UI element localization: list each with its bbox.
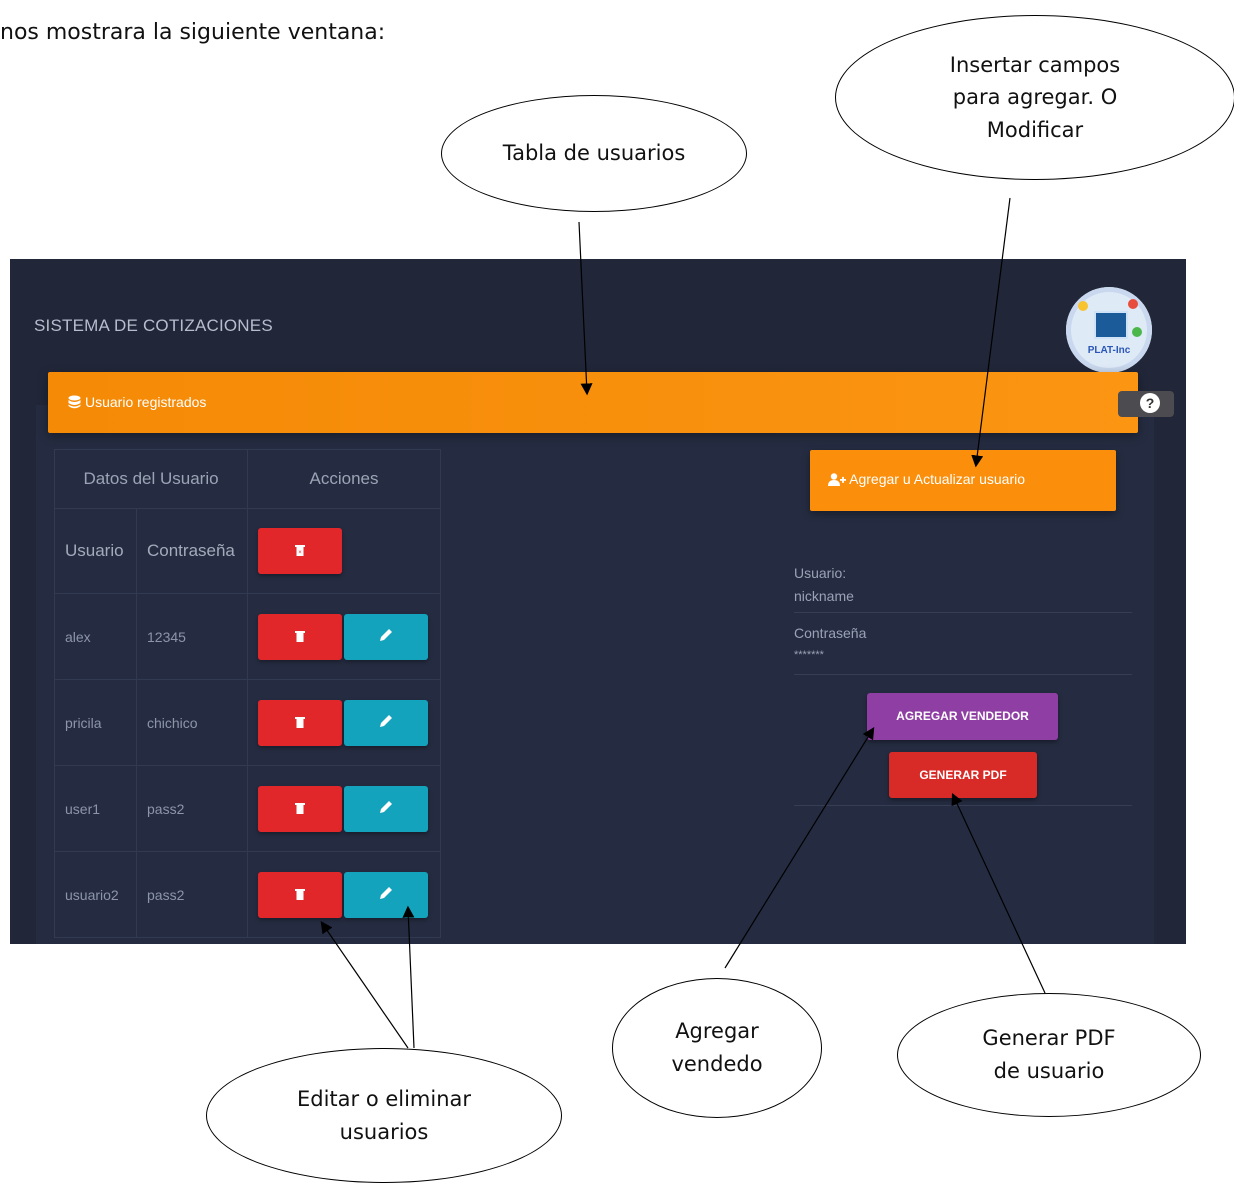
cell-user: usuario2 <box>54 851 137 938</box>
app-title: SISTEMA DE COTIZACIONES <box>34 316 273 335</box>
users-table: Datos del Usuario Acciones Usuario Contr… <box>54 449 441 938</box>
password-field-label: Contraseña <box>794 625 867 641</box>
app-window: SISTEMA DE COTIZACIONES PLAT-Inc Usuario… <box>10 259 1186 944</box>
callout-edit-delete: Editar o eliminar usuarios <box>206 1048 562 1183</box>
trash-icon <box>258 713 342 733</box>
pencil-icon <box>344 627 428 647</box>
pencil-icon <box>344 713 428 733</box>
delete-button[interactable] <box>258 785 342 832</box>
password-input-underline <box>794 674 1132 675</box>
column-password: Contraseña <box>136 508 248 594</box>
header-actions: Acciones <box>247 449 441 509</box>
cell-password: pass2 <box>136 851 248 938</box>
add-update-user-title: Agregar u Actualizar usuario <box>849 471 1025 487</box>
callout-user-table: Tabla de usuarios <box>441 95 747 212</box>
form-divider <box>794 805 1132 806</box>
user-input[interactable]: nickname <box>794 588 854 604</box>
pencil-icon <box>344 799 428 819</box>
trash-icon <box>258 627 342 647</box>
user-field-label: Usuario: <box>794 565 847 581</box>
svg-text:×: × <box>298 550 302 556</box>
pencil-icon <box>344 885 428 905</box>
cell-password: 12345 <box>136 593 248 680</box>
trash-icon <box>258 885 342 905</box>
header-user-data: Datos del Usuario <box>54 449 248 509</box>
trash-icon: × <box>258 541 342 561</box>
table-row: user1 pass2 <box>54 765 441 852</box>
table-row: alex 12345 <box>54 593 441 680</box>
edit-button[interactable] <box>344 699 428 746</box>
delete-all-button[interactable]: × <box>258 528 342 574</box>
database-icon <box>68 395 81 409</box>
edit-button[interactable] <box>344 613 428 660</box>
intro-text: nos mostrara la siguiente ventana: <box>0 20 386 45</box>
callout-add-seller: Agregar vendedo <box>612 978 822 1118</box>
cell-user: pricila <box>54 679 137 766</box>
add-update-user-card: Agregar u Actualizar usuario <box>810 450 1116 511</box>
table-row: usuario2 pass2 <box>54 851 441 938</box>
delete-button[interactable] <box>258 871 342 918</box>
generate-pdf-button[interactable]: GENERAR PDF <box>889 752 1037 798</box>
delete-button[interactable] <box>258 699 342 746</box>
cell-password: chichico <box>136 679 248 766</box>
help-button[interactable]: ? <box>1118 391 1174 417</box>
callout-generate-pdf: Generar PDF de usuario <box>897 993 1201 1117</box>
trash-icon <box>258 799 342 819</box>
users-header-title: Usuario registrados <box>85 394 207 410</box>
edit-button[interactable] <box>344 785 428 832</box>
users-header-bar: Usuario registrados <box>48 372 1138 433</box>
edit-button[interactable] <box>344 871 428 918</box>
cell-user: user1 <box>54 765 137 852</box>
table-row: pricila chichico <box>54 679 441 766</box>
user-input-underline <box>794 612 1132 613</box>
cell-user: alex <box>54 593 137 680</box>
add-user-icon <box>828 473 846 486</box>
column-user: Usuario <box>54 508 137 594</box>
add-seller-button[interactable]: AGREGAR VENDEDOR <box>867 693 1058 740</box>
company-logo: PLAT-Inc <box>1066 287 1152 373</box>
callout-insert-fields: Insertar campos para agregar. O Modifica… <box>835 15 1234 180</box>
password-input[interactable]: ******* <box>794 649 824 661</box>
help-icon: ? <box>1140 393 1160 413</box>
delete-button[interactable] <box>258 613 342 660</box>
cell-password: pass2 <box>136 765 248 852</box>
